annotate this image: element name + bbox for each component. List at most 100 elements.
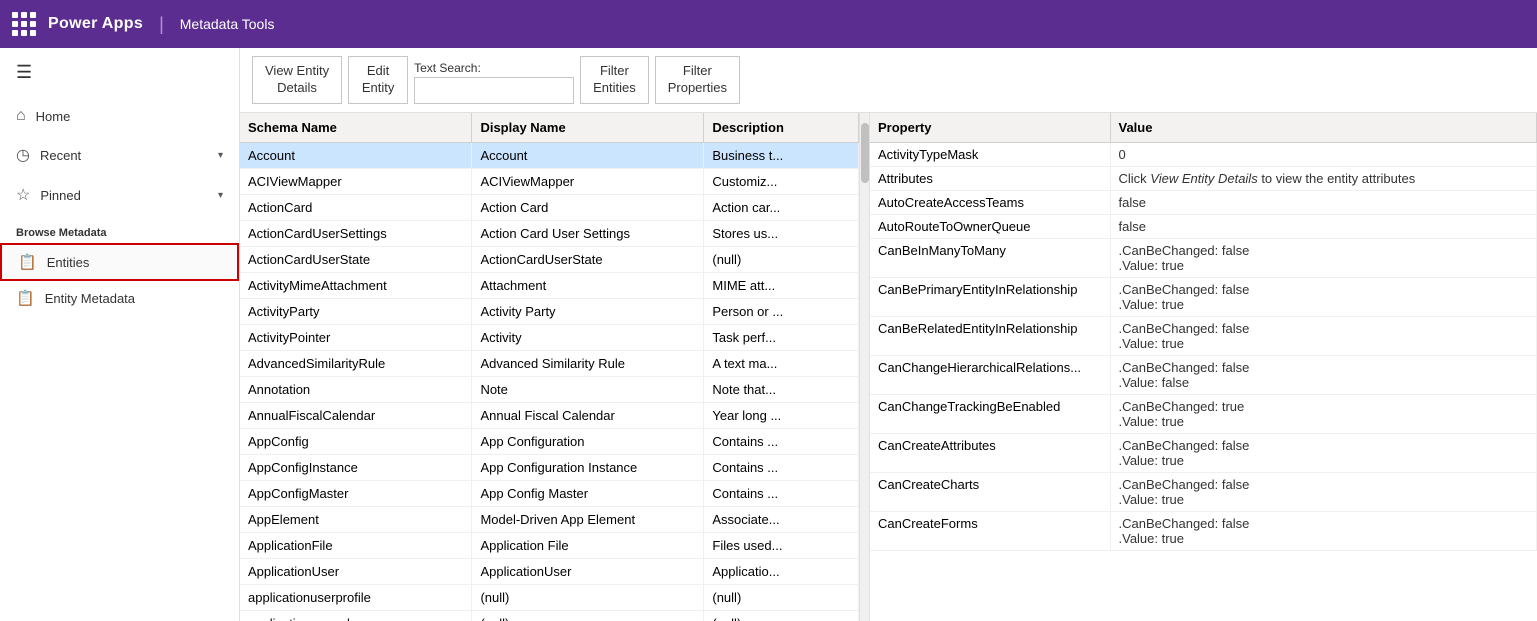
table-row[interactable]: applicationuserrole (null) (null) bbox=[240, 610, 859, 621]
table-row[interactable]: ActivityMimeAttachment Attachment MIME a… bbox=[240, 272, 859, 298]
properties-panel: Property Value ActivityTypeMask 0 Attrib… bbox=[870, 113, 1537, 621]
cell-property-name: CanCreateAttributes bbox=[870, 433, 1110, 472]
sidebar-item-entity-metadata[interactable]: 📋 Entity Metadata bbox=[0, 281, 239, 315]
property-row: CanCreateCharts .CanBeChanged: false.Val… bbox=[870, 472, 1537, 511]
filter-properties-button[interactable]: Filter Properties bbox=[655, 56, 740, 104]
cell-property-value: .CanBeChanged: false.Value: true bbox=[1110, 472, 1537, 511]
cell-display: ACIViewMapper bbox=[472, 168, 704, 194]
cell-property-name: ActivityTypeMask bbox=[870, 142, 1110, 166]
table-row[interactable]: ActivityPointer Activity Task perf... bbox=[240, 324, 859, 350]
sidebar-entity-metadata-label: Entity Metadata bbox=[45, 291, 135, 306]
properties-scroll[interactable]: Property Value ActivityTypeMask 0 Attrib… bbox=[870, 113, 1537, 621]
cell-schema: applicationuserprofile bbox=[240, 584, 472, 610]
cell-property-value: Click View Entity Details to view the en… bbox=[1110, 166, 1537, 190]
table-row[interactable]: applicationuserprofile (null) (null) bbox=[240, 584, 859, 610]
table-row[interactable]: AppConfigInstance App Configuration Inst… bbox=[240, 454, 859, 480]
cell-description: Business t... bbox=[704, 142, 859, 168]
browse-metadata-title: Browse Metadata bbox=[0, 215, 239, 243]
cell-description: Files used... bbox=[704, 532, 859, 558]
cell-display: Annual Fiscal Calendar bbox=[472, 402, 704, 428]
hamburger-menu[interactable]: ☰ bbox=[0, 48, 239, 97]
chevron-down-icon: ▾ bbox=[218, 150, 223, 161]
edit-entity-button[interactable]: Edit Entity bbox=[348, 56, 408, 104]
cell-description: (null) bbox=[704, 610, 859, 621]
cell-property-value: false bbox=[1110, 214, 1537, 238]
property-row: AutoCreateAccessTeams false bbox=[870, 190, 1537, 214]
table-row[interactable]: AppConfigMaster App Config Master Contai… bbox=[240, 480, 859, 506]
cell-property-name: CanCreateCharts bbox=[870, 472, 1110, 511]
cell-display: Action Card bbox=[472, 194, 704, 220]
table-row[interactable]: AnnualFiscalCalendar Annual Fiscal Calen… bbox=[240, 402, 859, 428]
split-panel: Schema Name Display Name Description Acc… bbox=[240, 113, 1537, 621]
table-row[interactable]: ActivityParty Activity Party Person or .… bbox=[240, 298, 859, 324]
cell-description: Action car... bbox=[704, 194, 859, 220]
cell-schema: ActivityParty bbox=[240, 298, 472, 324]
cell-display: ApplicationUser bbox=[472, 558, 704, 584]
filter-entities-button[interactable]: Filter Entities bbox=[580, 56, 649, 104]
table-row[interactable]: ApplicationUser ApplicationUser Applicat… bbox=[240, 558, 859, 584]
app-name: Power Apps bbox=[48, 15, 143, 33]
table-row[interactable]: ApplicationFile Application File Files u… bbox=[240, 532, 859, 558]
sidebar-pinned-label: Pinned bbox=[40, 188, 208, 203]
view-entity-details-button[interactable]: View Entity Details bbox=[252, 56, 342, 104]
recent-icon: ◷ bbox=[16, 145, 30, 165]
cell-display: Activity bbox=[472, 324, 704, 350]
cell-description: Contains ... bbox=[704, 454, 859, 480]
cell-display: App Configuration bbox=[472, 428, 704, 454]
col-header-desc[interactable]: Description bbox=[704, 113, 859, 143]
sidebar-home-label: Home bbox=[36, 109, 223, 124]
col-header-display[interactable]: Display Name bbox=[472, 113, 704, 143]
cell-display: Activity Party bbox=[472, 298, 704, 324]
sidebar-item-entities[interactable]: 📋 Entities bbox=[0, 243, 239, 281]
cell-display: App Config Master bbox=[472, 480, 704, 506]
table-row[interactable]: Account Account Business t... bbox=[240, 142, 859, 168]
entities-icon: 📋 bbox=[18, 253, 37, 271]
entity-scrollbar[interactable] bbox=[859, 113, 869, 621]
table-row[interactable]: ACIViewMapper ACIViewMapper Customiz... bbox=[240, 168, 859, 194]
table-row[interactable]: ActionCard Action Card Action car... bbox=[240, 194, 859, 220]
topbar-divider: | bbox=[159, 14, 164, 35]
cell-property-name: CanChangeHierarchicalRelations... bbox=[870, 355, 1110, 394]
cell-description: (null) bbox=[704, 246, 859, 272]
table-row[interactable]: AdvancedSimilarityRule Advanced Similari… bbox=[240, 350, 859, 376]
col-header-schema[interactable]: Schema Name bbox=[240, 113, 472, 143]
sidebar-item-pinned[interactable]: ☆ Pinned ▾ bbox=[0, 175, 239, 215]
cell-schema: ActionCardUserState bbox=[240, 246, 472, 272]
cell-property-value: .CanBeChanged: false.Value: true bbox=[1110, 238, 1537, 277]
scrollbar-thumb bbox=[861, 123, 869, 183]
table-row[interactable]: AppConfig App Configuration Contains ... bbox=[240, 428, 859, 454]
cell-display: Action Card User Settings bbox=[472, 220, 704, 246]
cell-schema: ApplicationUser bbox=[240, 558, 472, 584]
toolbar: View Entity Details Edit Entity Text Sea… bbox=[240, 48, 1537, 113]
cell-schema: AppConfig bbox=[240, 428, 472, 454]
entity-table-scroll[interactable]: Schema Name Display Name Description Acc… bbox=[240, 113, 859, 621]
app-launcher-icon[interactable] bbox=[12, 12, 36, 36]
cell-property-value: .CanBeChanged: false.Value: true bbox=[1110, 316, 1537, 355]
table-row[interactable]: Annotation Note Note that... bbox=[240, 376, 859, 402]
cell-property-value: 0 bbox=[1110, 142, 1537, 166]
sidebar-item-home[interactable]: ⌂ Home bbox=[0, 97, 239, 135]
cell-display: ActionCardUserState bbox=[472, 246, 704, 272]
pin-icon: ☆ bbox=[16, 185, 30, 205]
cell-description: Contains ... bbox=[704, 428, 859, 454]
cell-property-name: CanBeInManyToMany bbox=[870, 238, 1110, 277]
entity-metadata-icon: 📋 bbox=[16, 289, 35, 307]
search-input[interactable] bbox=[414, 77, 574, 104]
entity-table: Schema Name Display Name Description Acc… bbox=[240, 113, 859, 621]
table-row[interactable]: AppElement Model-Driven App Element Asso… bbox=[240, 506, 859, 532]
col-header-value[interactable]: Value bbox=[1110, 113, 1537, 143]
cell-property-value: .CanBeChanged: false.Value: true bbox=[1110, 277, 1537, 316]
cell-description: Applicatio... bbox=[704, 558, 859, 584]
sidebar-item-recent[interactable]: ◷ Recent ▾ bbox=[0, 135, 239, 175]
properties-table: Property Value ActivityTypeMask 0 Attrib… bbox=[870, 113, 1537, 551]
cell-property-value: .CanBeChanged: false.Value: true bbox=[1110, 511, 1537, 550]
search-label: Text Search: bbox=[414, 61, 574, 75]
cell-schema: ActivityPointer bbox=[240, 324, 472, 350]
cell-description: A text ma... bbox=[704, 350, 859, 376]
cell-property-name: AutoRouteToOwnerQueue bbox=[870, 214, 1110, 238]
col-header-property[interactable]: Property bbox=[870, 113, 1110, 143]
cell-property-name: Attributes bbox=[870, 166, 1110, 190]
cell-description: Task perf... bbox=[704, 324, 859, 350]
table-row[interactable]: ActionCardUserSettings Action Card User … bbox=[240, 220, 859, 246]
table-row[interactable]: ActionCardUserState ActionCardUserState … bbox=[240, 246, 859, 272]
